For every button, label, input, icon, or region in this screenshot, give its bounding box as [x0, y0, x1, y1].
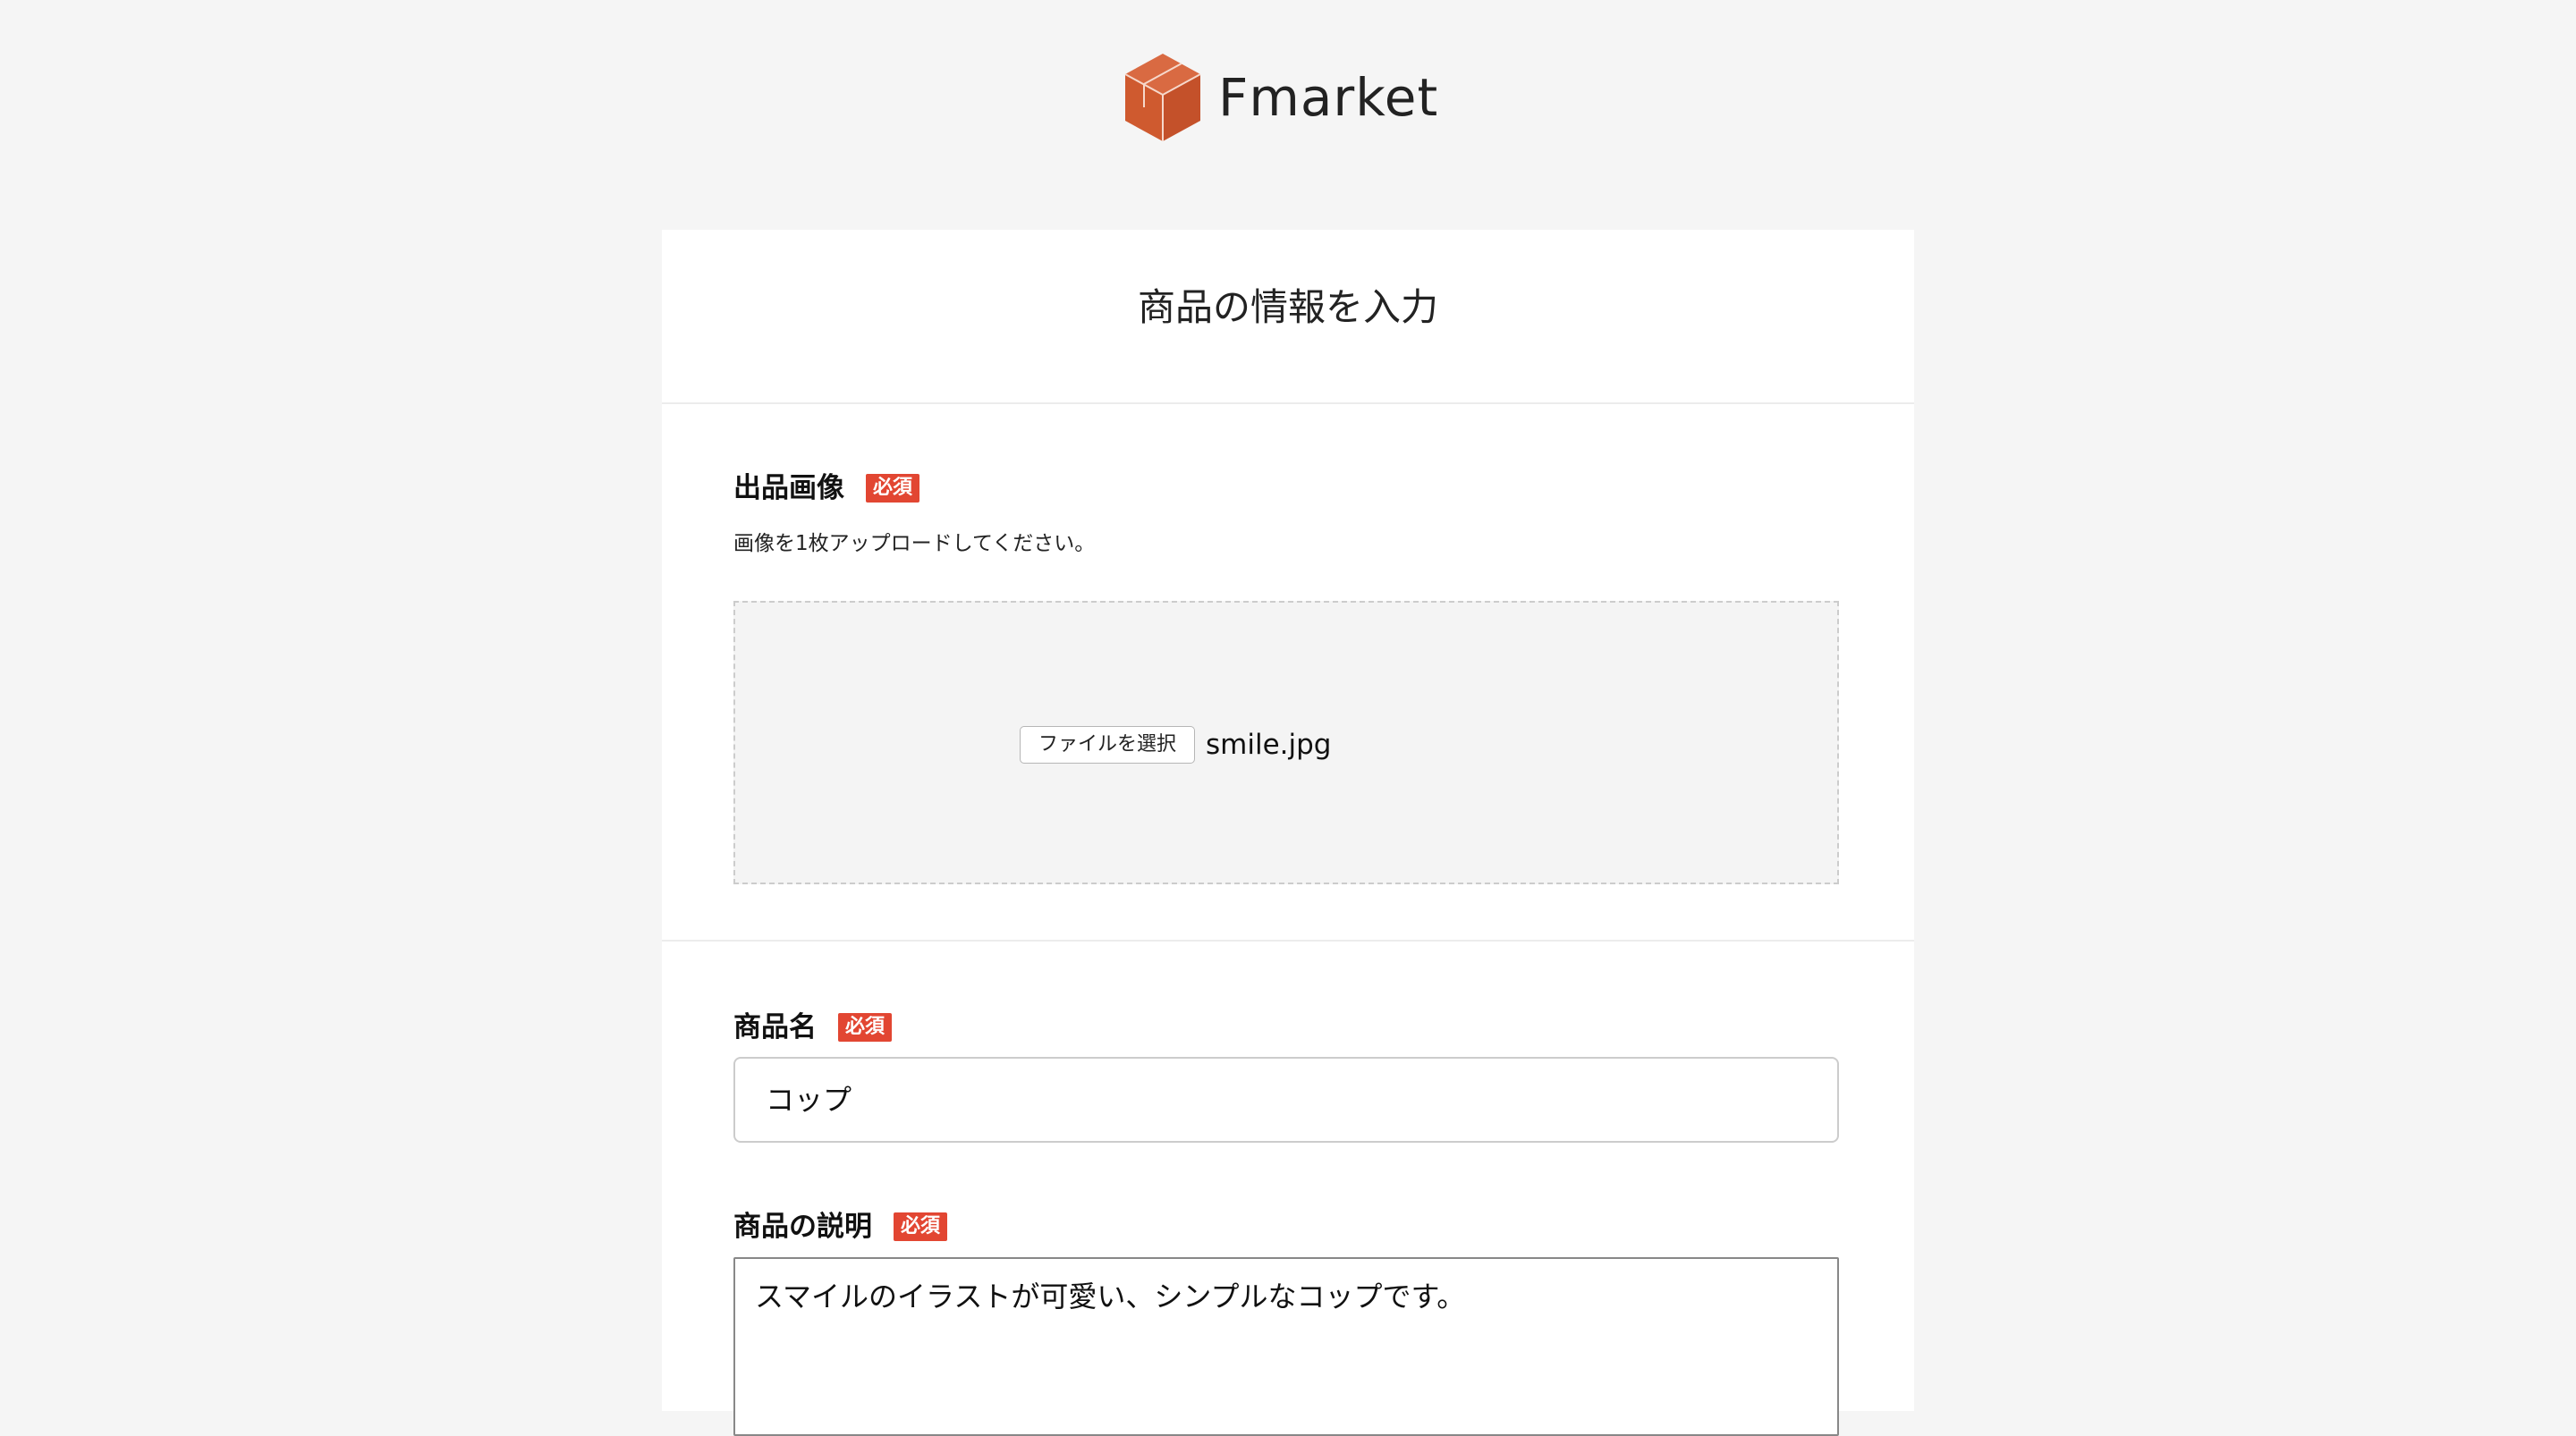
- image-field-label: 出品画像: [733, 471, 844, 504]
- site-header: Fmarket: [0, 0, 2576, 228]
- name-field-label: 商品名: [733, 1010, 817, 1043]
- required-badge: 必須: [866, 474, 920, 503]
- card-header: 商品の情報を入力: [662, 230, 1914, 404]
- section-divider: [662, 940, 1914, 942]
- cube-icon: [1124, 54, 1201, 141]
- required-badge: 必須: [838, 1013, 893, 1042]
- image-upload-hint: 画像を1枚アップロードしてください。: [733, 532, 1096, 555]
- required-badge: 必須: [894, 1212, 948, 1241]
- product-form-card: 商品の情報を入力 出品画像 必須 画像を1枚アップロードしてください。 ファイル…: [662, 230, 1914, 1436]
- image-dropzone[interactable]: ファイルを選択 smile.jpg: [733, 601, 1839, 884]
- selected-file-name: smile.jpg: [1206, 729, 1332, 761]
- product-name-input[interactable]: コップ: [733, 1057, 1839, 1143]
- name-label-row: 商品名 必須: [733, 1010, 893, 1043]
- description-label-row: 商品の説明 必須: [733, 1210, 948, 1243]
- product-description-textarea[interactable]: スマイルのイラストが可愛い、シンプルなコップです。: [733, 1257, 1839, 1436]
- choose-file-button[interactable]: ファイルを選択: [1020, 726, 1195, 764]
- description-field-label: 商品の説明: [733, 1210, 872, 1243]
- image-label-row: 出品画像 必須: [733, 471, 920, 504]
- site-logo[interactable]: Fmarket: [1123, 52, 1438, 143]
- page-title: 商品の情報を入力: [1137, 285, 1438, 329]
- logo-text: Fmarket: [1218, 67, 1439, 128]
